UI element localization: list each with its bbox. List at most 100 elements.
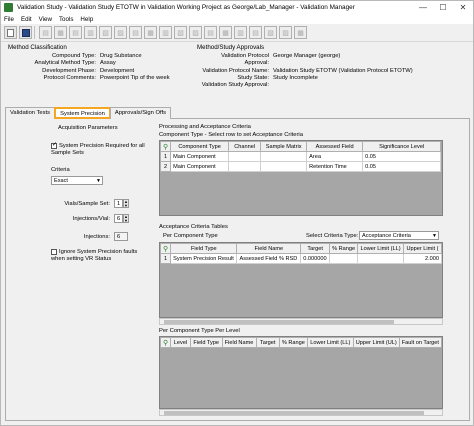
column-header[interactable]: Field Name [221,337,257,348]
info-label: Study State: [237,74,269,81]
column-header[interactable]: Lower Limit (LL) [357,243,405,254]
table-cell[interactable]: Main Component [170,161,230,172]
criteria-value: Exact [54,178,68,184]
toolbar-button-15[interactable]: ▤ [249,26,262,39]
column-header[interactable]: Lower Limit (LL) [306,337,354,348]
row-number[interactable]: 2 [160,161,172,172]
row-number[interactable]: 1 [160,253,172,264]
table-cell[interactable] [329,253,359,264]
table-cell[interactable] [260,151,308,162]
vials-label: Vials/Sample Set: [64,201,110,207]
toolbar-button-10[interactable]: ▧ [174,26,187,39]
scrollbar-thumb[interactable] [164,320,394,324]
column-header[interactable]: % Range [329,243,359,254]
toolbar-button-14[interactable]: ▥ [234,26,247,39]
menu-tools[interactable]: Tools [56,16,77,23]
tool-icon: ▨ [192,29,199,37]
column-header[interactable]: Component Type [170,141,230,152]
row-number[interactable]: 1 [160,151,172,162]
toolbar-button-5[interactable]: ▧ [99,26,112,39]
toolbar-button-13[interactable]: ▦ [219,26,232,39]
injections-vial-stepper[interactable]: 6 ▲ ▼ [114,214,129,223]
table-cell[interactable]: Retention Time [306,161,364,172]
horizontal-scrollbar[interactable] [159,409,443,416]
column-header[interactable]: Assessed Field [306,141,364,152]
sys-prec-required-option[interactable]: System Precision Required for all Sample… [51,142,146,156]
menu-view[interactable]: View [36,16,56,23]
vials-stepper[interactable]: 1 ▲ ▼ [114,199,129,208]
column-header[interactable]: Significance Level [362,141,442,152]
toolbar-button-1[interactable]: ▤ [39,26,52,39]
tool-icon: ▨ [282,29,289,37]
tool-icon: ▤ [252,29,259,37]
spin-arrows-icon[interactable]: ▲ ▼ [123,199,129,208]
save-button[interactable] [19,26,32,39]
filter-icon-cell[interactable]: ⚲ [160,141,172,152]
per-component-grid[interactable]: ⚲ Field Type Field Name Target % Range L… [159,242,443,318]
column-header[interactable]: Upper Limit ( [403,243,442,254]
table-row[interactable]: 1 System Precision Result Assessed Field… [160,253,442,264]
criteria-type-select[interactable]: Acceptance Criteria ▼ [359,231,439,240]
table-cell[interactable]: 0.05 [362,161,442,172]
column-header[interactable]: % Range [278,337,308,348]
sys-prec-required-checkbox[interactable] [51,142,57,149]
close-button[interactable]: ✕ [453,3,473,12]
column-header[interactable]: Sample Matrix [260,141,308,152]
horizontal-scrollbar[interactable] [159,318,443,325]
table-cell[interactable]: 2.000 [403,253,442,264]
toolbar-button-2[interactable]: ▦ [54,26,67,39]
table-row[interactable]: 2 Main Component Retention Time 0.05 [160,161,442,172]
column-header[interactable]: Field Type [170,243,238,254]
tab-validation-tests[interactable]: Validation Tests [5,107,56,119]
spin-arrows-icon[interactable]: ▲ ▼ [123,214,129,223]
filter-icon-cell[interactable]: ⚲ [160,243,172,254]
per-level-grid[interactable]: ⚲ Level Field Type Field Name Target % R… [159,336,443,409]
column-header[interactable]: Field Name [236,243,302,254]
ignore-faults-option[interactable]: Ignore System Precision faults when sett… [51,249,151,262]
table-cell[interactable]: System Precision Result [170,253,238,264]
table-cell[interactable] [228,161,262,172]
toolbar-button-8[interactable]: ▦ [144,26,157,39]
criteria-select[interactable]: Exact ▼ [51,176,103,185]
menu-file[interactable]: File [1,16,18,23]
table-cell[interactable] [260,161,308,172]
tab-system-precision[interactable]: System Precision [54,107,111,119]
toolbar-button-3[interactable]: ▤ [69,26,82,39]
toolbar-button-6[interactable]: ▨ [114,26,127,39]
toolbar-button-7[interactable]: ▤ [129,26,142,39]
menu-edit[interactable]: Edit [18,16,36,23]
toolbar-button-17[interactable]: ▨ [279,26,292,39]
column-header[interactable]: Upper Limit (UL) [352,337,400,348]
component-type-grid[interactable]: ⚲ Component Type Channel Sample Matrix A… [159,140,443,216]
table-cell[interactable] [357,253,405,264]
column-header[interactable]: Level [170,337,191,348]
scrollbar-thumb[interactable] [164,411,424,415]
column-header[interactable]: Channel [228,141,262,152]
table-cell[interactable]: 0.000000 [300,253,331,264]
toolbar-button-11[interactable]: ▨ [189,26,202,39]
filter-icon-cell[interactable]: ⚲ [160,337,172,348]
column-header[interactable]: Target [255,337,280,348]
column-header[interactable]: Fault on Target [398,337,442,348]
maximize-button[interactable]: ☐ [433,3,453,12]
table-cell[interactable]: Area [306,151,364,162]
toolbar-button-12[interactable]: ▤ [204,26,217,39]
table-cell[interactable]: 0.05 [362,151,442,162]
table-cell[interactable]: Main Component [170,151,230,162]
ignore-faults-checkbox[interactable] [51,249,57,255]
table-row[interactable]: 1 Main Component Area 0.05 [160,151,442,162]
toolbar-button-4[interactable]: ▥ [84,26,97,39]
toolbar-button-9[interactable]: ▥ [159,26,172,39]
toolbar-button-18[interactable]: ▦ [294,26,307,39]
toolbar-button-16[interactable]: ▧ [264,26,277,39]
column-header[interactable]: Target [300,243,331,254]
window-title: Validation Study - Validation Study ETOT… [17,4,355,11]
tab-approvals-sign-offs[interactable]: Approvals/Sign Offs [109,107,171,119]
column-header[interactable]: Field Type [189,337,223,348]
minimize-button[interactable]: — [413,3,433,12]
tool-icon: ▦ [147,29,154,37]
new-button[interactable] [4,26,17,39]
table-cell[interactable] [228,151,262,162]
menu-help[interactable]: Help [77,16,97,23]
table-cell[interactable]: Assessed Field % RSD [236,253,302,264]
